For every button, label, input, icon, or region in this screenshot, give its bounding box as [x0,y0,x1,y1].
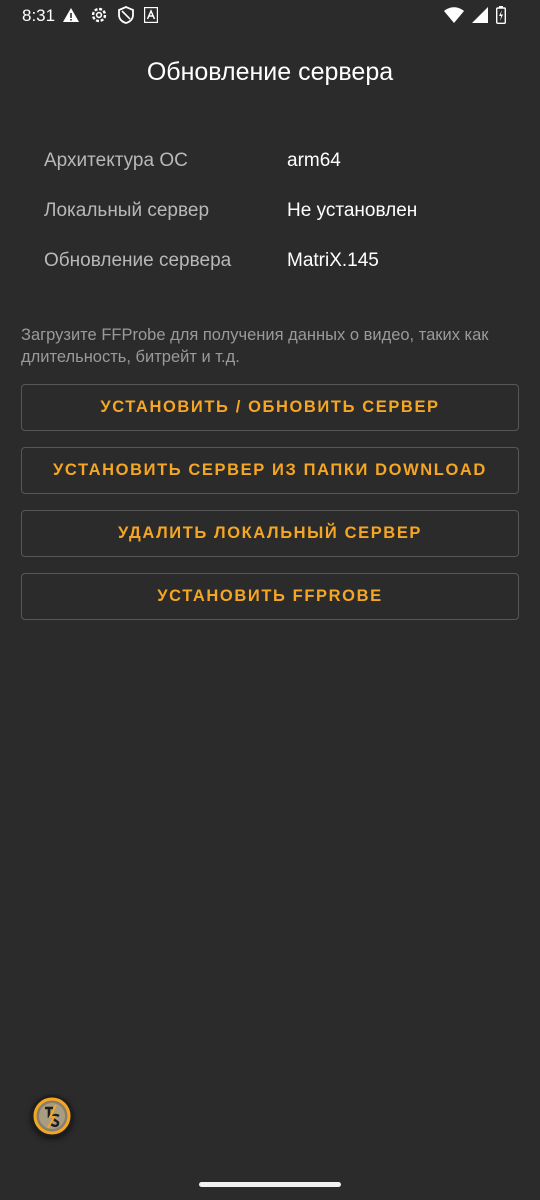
status-time: 8:31 [22,6,56,25]
install-update-server-button[interactable]: УСТАНОВИТЬ / ОБНОВИТЬ СЕРВЕР [21,384,519,431]
status-left-icons [62,6,158,24]
signal-icon [472,7,488,23]
install-from-download-button[interactable]: УСТАНОВИТЬ СЕРВЕР ИЗ ПАПКИ DOWNLOAD [21,447,519,494]
info-row-server-update: Обновление сервера MatriX.145 [44,248,514,298]
info-label: Архитектура ОС [44,150,188,171]
gear-icon [90,6,108,24]
gesture-bar[interactable] [199,1182,341,1187]
page-title: Обновление сервера [146,58,394,86]
info-value: Не установлен [287,200,418,221]
info-value: MatriX.145 [287,250,379,271]
info-label: Локальный сервер [44,200,210,221]
warning-icon [62,7,80,23]
battery-icon [496,6,506,24]
info-table: Архитектура ОС arm64 Локальный сервер Не… [44,148,514,298]
info-row-local-server: Локальный сервер Не установлен [44,198,514,248]
button-list: УСТАНОВИТЬ / ОБНОВИТЬ СЕРВЕР УСТАНОВИТЬ … [21,384,519,636]
font-icon [144,7,158,23]
ffprobe-description: Загрузите FFProbe для получения данных о… [21,326,489,366]
info-label: Обновление сервера [44,250,232,271]
status-right-icons [444,6,506,24]
info-row-architecture: Архитектура ОС arm64 [44,148,514,198]
install-ffprobe-button[interactable]: УСТАНОВИТЬ FFPROBE [21,573,519,620]
info-value: arm64 [287,150,341,171]
shield-icon [118,6,134,24]
wifi-icon [444,7,464,23]
status-bar: 8:31 [0,0,540,34]
torrserve-logo-icon[interactable] [31,1095,73,1137]
delete-local-server-button[interactable]: УДАЛИТЬ ЛОКАЛЬНЫЙ СЕРВЕР [21,510,519,557]
